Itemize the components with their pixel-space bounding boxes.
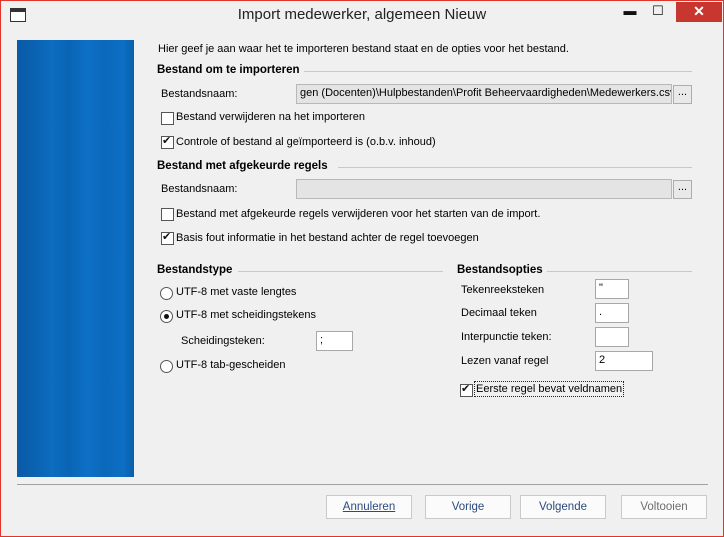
rejected-filename-label: Bestandsnaam: <box>161 183 238 195</box>
start-row-input[interactable]: 2 <box>595 351 653 371</box>
import-browse-button[interactable]: ... <box>673 85 692 104</box>
radio-tab-separated[interactable] <box>160 360 173 373</box>
import-filename-label: Bestandsnaam: <box>161 88 238 100</box>
delete-before-import-checkbox[interactable] <box>161 208 174 221</box>
append-error-checkbox[interactable] <box>161 230 174 245</box>
window-title: Import medewerker, algemeen Nieuw <box>237 6 487 23</box>
delete-before-import-label: Bestand met afgekeurde regels verwijdere… <box>176 208 541 220</box>
close-button[interactable]: ✕ <box>676 2 722 22</box>
separator-label: Scheidingsteken: <box>181 335 265 347</box>
file-type-heading: Bestandstype <box>157 264 233 276</box>
previous-label: Vorige <box>451 501 485 513</box>
radio-fixed-length[interactable] <box>160 287 173 300</box>
header-row-checkbox[interactable] <box>460 382 473 397</box>
maximize-button[interactable]: ☐ <box>645 2 671 22</box>
import-filename-field[interactable]: gen (Docenten)\Hulpbestanden\Profit Behe… <box>296 84 672 104</box>
title-bar: Import medewerker, algemeen Nieuw ▬ ☐ ✕ <box>1 1 723 30</box>
previous-button[interactable]: Vorige <box>425 495 511 519</box>
footer-divider <box>17 484 708 485</box>
separator-input[interactable]: ; <box>316 331 353 351</box>
delete-after-import-label: Bestand verwijderen na het importeren <box>176 111 365 123</box>
radio-delimited[interactable] <box>160 310 173 323</box>
divider <box>238 271 443 272</box>
punctuation-input[interactable] <box>595 327 629 347</box>
divider <box>338 167 692 168</box>
radio-fixed-length-label: UTF-8 met vaste lengtes <box>176 286 297 298</box>
decimal-input[interactable]: . <box>595 303 629 323</box>
rejected-file-heading: Bestand met afgekeurde regels <box>157 160 328 172</box>
string-char-label: Tekenreeksteken <box>461 284 545 296</box>
divider <box>304 71 692 72</box>
side-banner <box>17 40 134 477</box>
header-row-label: Eerste regel bevat veldnamen <box>473 381 625 397</box>
check-imported-checkbox[interactable] <box>161 134 174 149</box>
punctuation-label: Interpunctie teken: <box>461 331 552 343</box>
intro-text: Hier geef je aan waar het te importeren … <box>158 43 569 55</box>
append-error-label: Basis fout informatie in het bestand ach… <box>176 232 479 244</box>
delete-after-import-checkbox[interactable] <box>161 112 174 125</box>
rejected-filename-field[interactable] <box>296 179 672 199</box>
start-row-label: Lezen vanaf regel <box>461 355 549 367</box>
finish-button[interactable]: Voltooien <box>621 495 707 519</box>
decimal-label: Decimaal teken <box>461 307 537 319</box>
finish-label: Voltooien <box>640 501 688 513</box>
cancel-button[interactable]: Annuleren <box>326 495 412 519</box>
next-label: Volgende <box>539 501 587 513</box>
next-button[interactable]: Volgende <box>520 495 606 519</box>
radio-delimited-label: UTF-8 met scheidingstekens <box>176 309 316 321</box>
cancel-label: Annuleren <box>342 501 396 513</box>
minimize-button[interactable]: ▬ <box>617 2 643 22</box>
divider <box>547 271 692 272</box>
file-options-heading: Bestandsopties <box>457 264 543 276</box>
import-file-heading: Bestand om te importeren <box>157 64 300 76</box>
radio-tab-separated-label: UTF-8 tab-gescheiden <box>176 359 286 371</box>
rejected-browse-button[interactable]: ... <box>673 180 692 199</box>
string-char-input[interactable]: " <box>595 279 629 299</box>
check-imported-label: Controle of bestand al geïmporteerd is (… <box>176 136 436 148</box>
